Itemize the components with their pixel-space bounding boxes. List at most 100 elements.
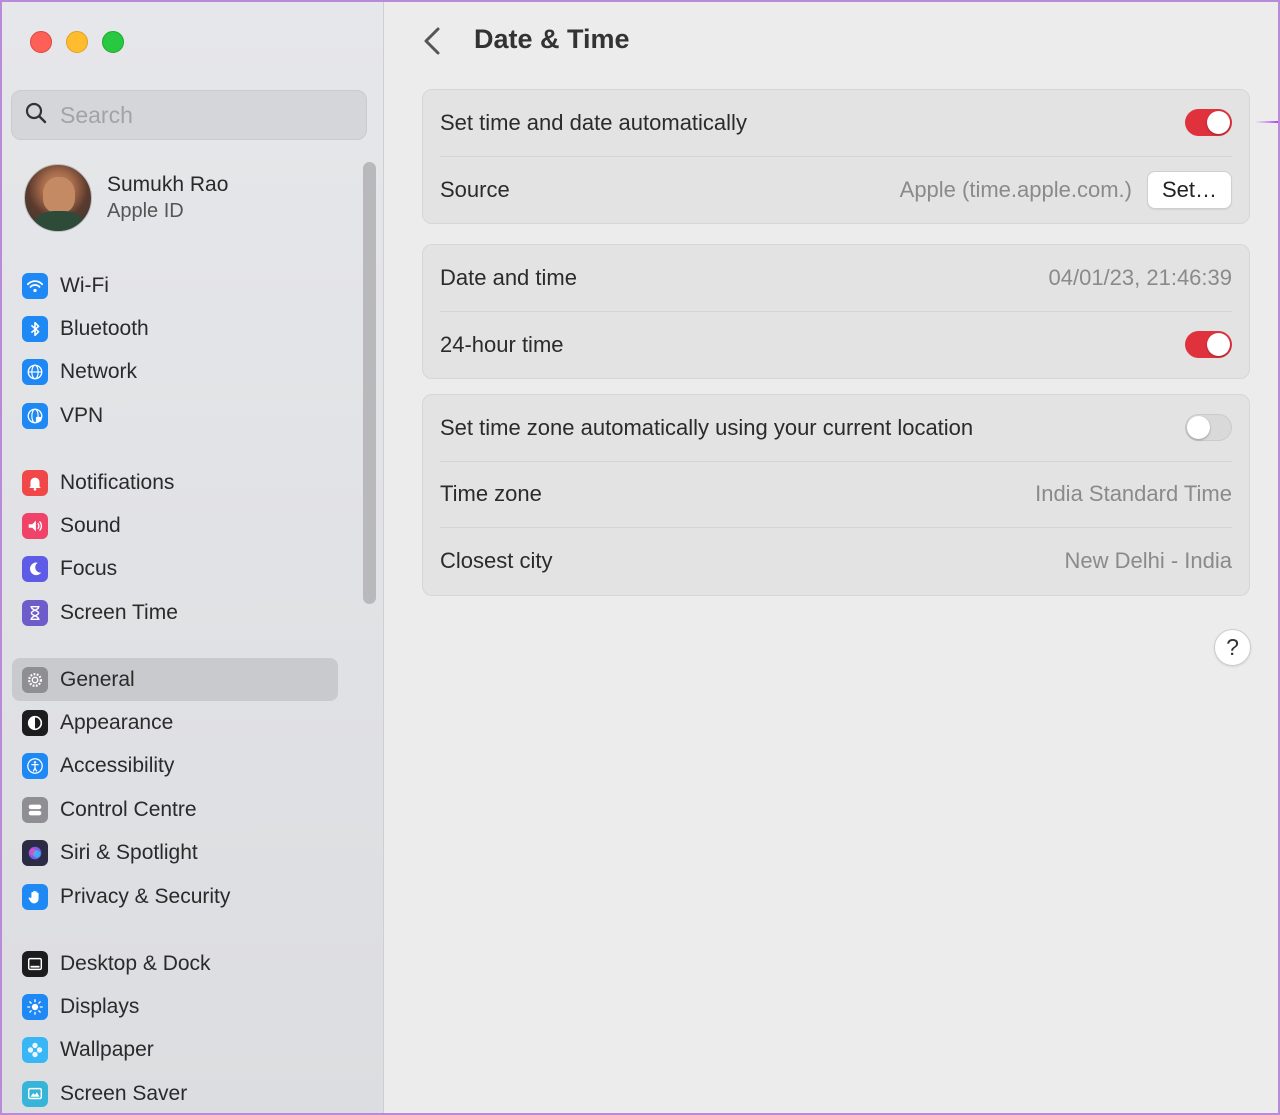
sidebar-item-label: VPN [60,403,104,427]
help-button[interactable]: ? [1214,629,1251,666]
sidebar-item-bluetooth[interactable]: Bluetooth [12,307,338,350]
sidebar-item-label: Privacy & Security [60,884,231,908]
globe-icon [22,359,48,386]
sidebar-item-label: General [60,667,135,691]
sidebar-item-label: Screen Time [60,600,178,624]
sidebar-item-label: Focus [60,557,118,581]
vpn-globe-icon [22,402,48,429]
city-value: New Delhi - India [1064,548,1232,574]
sidebar-item-displays[interactable]: Displays [12,985,338,1028]
time-zone-group: Set time zone automatically using your c… [422,394,1250,596]
tz-auto-toggle[interactable] [1185,414,1232,442]
sidebar-item-label: Bluetooth [60,317,149,341]
sidebar-item-screen-saver[interactable]: Screen Saver [12,1072,338,1113]
date-time-label: Date and time [440,264,577,290]
sidebar-item-appearance[interactable]: Appearance [12,701,338,744]
sidebar-item-accessibility[interactable]: Accessibility [12,745,338,788]
sidebar-item-network[interactable]: Network [12,351,338,394]
sidebar-group-notifications: Notifications Sound Focus Screen Time [12,461,338,635]
chevron-left-icon [424,27,440,55]
auto-time-toggle[interactable] [1185,109,1232,137]
source-label: Source [440,176,510,202]
set-source-button[interactable]: Set… [1146,170,1232,209]
moon-icon [22,556,48,583]
apple-id-profile[interactable]: Sumukh Rao Apple ID [24,164,228,232]
search-input[interactable] [60,101,340,129]
appearance-icon [22,710,48,737]
source-value: Apple (time.apple.com.) [899,176,1132,202]
sidebar-item-privacy-and-security[interactable]: Privacy & Security [12,875,338,918]
sidebar-item-notifications[interactable]: Notifications [12,461,338,504]
sidebar-item-focus[interactable]: Focus [12,548,338,591]
hour24-row: 24-hour time [440,312,1232,379]
sidebar-item-general[interactable]: General [12,658,338,702]
sidebar-item-screen-time[interactable]: Screen Time [12,591,338,634]
settings-window: Sumukh Rao Apple ID Wi-Fi Bluetooth Networ… [0,0,1280,1115]
flower-icon [22,1037,48,1064]
sidebar-item-label: Appearance [60,711,174,735]
sidebar-item-label: Notifications [60,470,175,494]
screen-saver-icon [22,1080,48,1107]
bell-icon [22,469,48,496]
wifi-icon [22,272,48,299]
close-button[interactable] [30,31,52,53]
sidebar-item-label: Network [60,360,138,384]
sidebar-scrollbar[interactable] [363,162,376,604]
city-row: Closest city New Delhi - India [440,528,1232,595]
sidebar-item-label: Accessibility [60,754,175,778]
page-title: Date & Time [474,24,630,54]
sidebar-item-label: Desktop & Dock [60,951,211,975]
sidebar: Sumukh Rao Apple ID Wi-Fi Bluetooth Networ… [2,2,384,1113]
main-pane: Date & Time Set time and date automatica… [385,2,1278,1113]
city-label: Closest city [440,548,553,574]
sidebar-item-wi-fi[interactable]: Wi-Fi [12,264,338,307]
date-time-value: 04/01/23, 21:46:39 [1048,264,1233,290]
sidebar-item-label: Wallpaper [60,1038,154,1062]
bluetooth-icon [22,316,48,343]
tz-label: Time zone [440,481,542,507]
avatar [24,164,92,232]
sidebar-item-siri-and-spotlight[interactable]: Siri & Spotlight [12,832,338,875]
profile-name: Sumukh Rao [107,173,229,196]
auto-time-row: Set time and date automatically [440,90,1232,157]
dock-icon [22,950,48,977]
sidebar-item-control-centre[interactable]: Control Centre [12,788,338,831]
tz-auto-label: Set time zone automatically using your c… [440,414,974,440]
sidebar-item-label: Displays [60,995,140,1019]
siri-icon [22,840,48,867]
sidebar-item-label: Screen Saver [60,1081,188,1105]
auto-time-group: Set time and date automatically Source A… [422,89,1250,224]
search-icon [24,101,48,130]
traffic-lights [30,31,124,53]
hourglass-icon [22,599,48,626]
accessibility-icon [22,753,48,780]
auto-time-label: Set time and date automatically [440,109,747,135]
sidebar-group-network: Wi-Fi Bluetooth Network VPN [12,264,338,438]
sidebar-item-label: Wi-Fi [60,273,109,297]
sidebar-item-wallpaper[interactable]: Wallpaper [12,1029,338,1072]
control-centre-icon [22,796,48,823]
tz-auto-row: Set time zone automatically using your c… [440,395,1232,462]
sidebar-group-desktop: Desktop & Dock Displays Wallpaper Screen Sa… [12,942,338,1113]
date-time-row: Date and time 04/01/23, 21:46:39 [440,245,1232,312]
sidebar-item-label: Sound [60,514,121,538]
speaker-icon [22,513,48,540]
sun-icon [22,994,48,1021]
minimize-button[interactable] [66,31,88,53]
sidebar-item-label: Control Centre [60,797,197,821]
hour24-label: 24-hour time [440,331,564,357]
sidebar-item-label: Siri & Spotlight [60,841,198,865]
sidebar-item-sound[interactable]: Sound [12,504,338,547]
gear-icon [22,666,48,693]
date-time-group: Date and time 04/01/23, 21:46:39 24-hour… [422,244,1250,379]
hand-icon [22,883,48,910]
tz-row: Time zone India Standard Time [440,462,1232,528]
back-button[interactable] [421,26,445,56]
hour24-toggle[interactable] [1185,331,1232,359]
annotation-arrow-icon [1255,121,1278,123]
sidebar-group-general: General Appearance Accessibility Control Ce… [12,658,338,918]
sidebar-item-desktop-and-dock[interactable]: Desktop & Dock [12,942,338,985]
zoom-button[interactable] [102,31,124,53]
sidebar-item-vpn[interactable]: VPN [12,394,338,437]
search-field[interactable] [11,90,367,140]
